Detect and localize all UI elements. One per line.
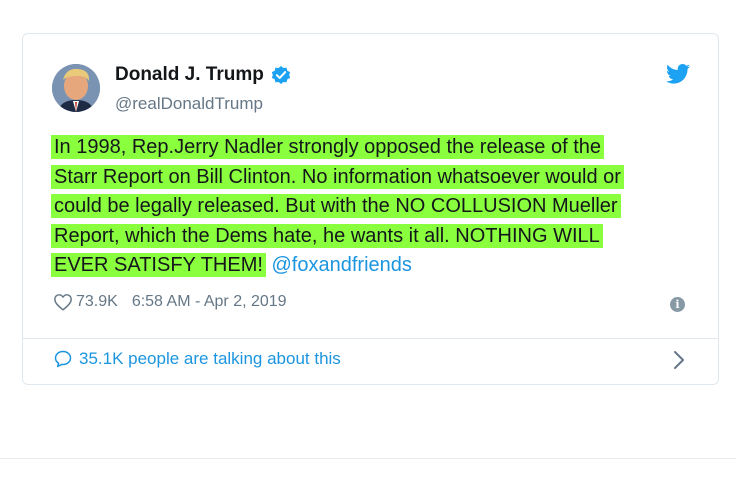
tweet-text-line: Report, which the Dems hate, he wants it… [54, 224, 600, 247]
conversation-link[interactable]: 35.1K people are talking about this [53, 349, 341, 369]
like-count[interactable]: 73.9K [76, 293, 118, 311]
mention-link[interactable]: @foxandfriends [272, 254, 412, 276]
timestamp[interactable]: 6:58 AM - Apr 2, 2019 [132, 293, 287, 311]
chevron-right-icon[interactable] [673, 350, 685, 370]
author-name[interactable]: Donald J. Trump [115, 64, 292, 86]
author-handle[interactable]: @realDonaldTrump [115, 94, 263, 114]
avatar[interactable] [52, 64, 100, 112]
twitter-bird-icon[interactable] [666, 64, 690, 84]
conversation-text[interactable]: 35.1K people are talking about this [79, 349, 341, 369]
tweet-text: In 1998, Rep.Jerry Nadler strongly oppos… [51, 133, 691, 281]
heart-icon[interactable] [53, 293, 73, 311]
info-icon[interactable]: i [670, 297, 685, 312]
tweet-meta: 73.9K 6:58 AM - Apr 2, 2019 [53, 293, 287, 311]
speech-bubble-icon [53, 349, 73, 369]
tweet-text-line: could be legally released. But with the … [54, 195, 618, 217]
tweet-text-line: Starr Report on Bill Clinton. No informa… [54, 165, 621, 188]
tweet-card[interactable]: Donald J. Trump @realDonaldTrump In 1998… [22, 33, 719, 385]
author-name-text[interactable]: Donald J. Trump [115, 64, 264, 86]
page-divider [0, 458, 736, 459]
verified-badge-icon [270, 64, 292, 86]
tweet-text-line: In 1998, Rep.Jerry Nadler strongly oppos… [54, 136, 601, 158]
tweet-text-line: EVER SATISFY THEM! [54, 254, 263, 276]
divider [23, 338, 718, 339]
